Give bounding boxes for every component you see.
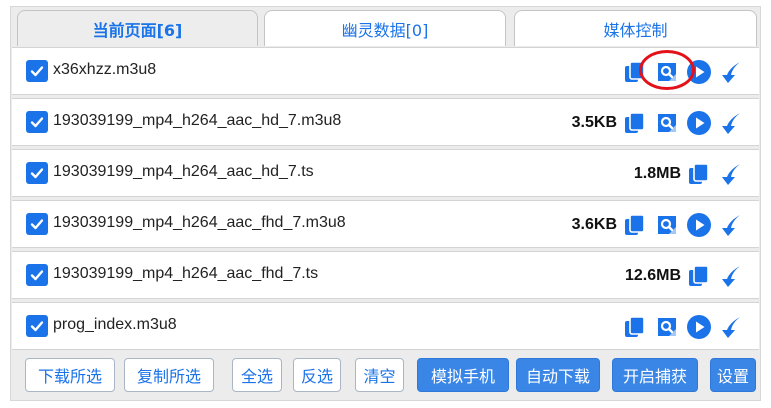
select-all-button[interactable]: 全选 xyxy=(232,358,282,392)
list-item: 193039199_mp4_h264_aac_hd_7.m3u8 3.5KB xyxy=(12,98,759,146)
copy-icon[interactable] xyxy=(619,57,651,87)
invert-selection-button[interactable]: 反选 xyxy=(293,358,341,392)
play-icon[interactable] xyxy=(683,312,715,342)
row-actions xyxy=(619,57,747,87)
file-name: 193039199_mp4_h264_aac_hd_7.m3u8 xyxy=(53,112,342,129)
copy-selected-button[interactable]: 复制所选 xyxy=(124,358,214,392)
emulate-mobile-button[interactable]: 模拟手机 xyxy=(417,358,509,392)
enable-capture-button[interactable]: 开启捕获 xyxy=(612,358,698,392)
file-name: 193039199_mp4_h264_aac_fhd_7.m3u8 xyxy=(53,214,346,231)
list-item: 193039199_mp4_h264_aac_fhd_7.m3u8 3.6KB xyxy=(12,200,759,248)
download-icon[interactable] xyxy=(715,159,747,189)
file-size: 1.8MB xyxy=(633,165,681,182)
play-icon[interactable] xyxy=(683,210,715,240)
search-icon[interactable] xyxy=(651,312,683,342)
file-size: 3.5KB xyxy=(571,114,617,131)
list-item: x36xhzz.m3u8 xyxy=(12,47,759,95)
media-panel: 当前页面[6] 幽灵数据[0] 媒体控制 x36xhzz.m3u8 1930391… xyxy=(10,6,761,401)
copy-icon[interactable] xyxy=(619,108,651,138)
copy-icon[interactable] xyxy=(619,210,651,240)
list-item: 193039199_mp4_h264_aac_fhd_7.ts 12.6MB xyxy=(12,251,759,299)
clear-button[interactable]: 清空 xyxy=(355,358,404,392)
search-icon[interactable] xyxy=(651,57,683,87)
copy-icon[interactable] xyxy=(683,261,715,291)
file-name: 193039199_mp4_h264_aac_fhd_7.ts xyxy=(53,265,319,282)
row-actions: 1.8MB xyxy=(634,159,747,189)
tab-current-page[interactable]: 当前页面[6] xyxy=(17,10,258,46)
tab-media-control[interactable]: 媒体控制 xyxy=(514,10,757,46)
play-icon[interactable] xyxy=(683,108,715,138)
file-size: 3.6KB xyxy=(571,216,617,233)
auto-download-button[interactable]: 自动下载 xyxy=(516,358,600,392)
copy-icon[interactable] xyxy=(619,312,651,342)
tab-ghost-data[interactable]: 幽灵数据[0] xyxy=(264,10,506,46)
row-actions xyxy=(619,312,747,342)
play-icon[interactable] xyxy=(683,57,715,87)
download-icon[interactable] xyxy=(715,210,747,240)
tab-bar: 当前页面[6] 幽灵数据[0] 媒体控制 xyxy=(11,7,760,47)
copy-icon[interactable] xyxy=(683,159,715,189)
item-checkbox[interactable] xyxy=(26,111,48,133)
list-item: 193039199_mp4_h264_aac_hd_7.ts 1.8MB xyxy=(12,149,759,197)
file-name: prog_index.m3u8 xyxy=(53,316,177,333)
bottom-toolbar: 下载所选 复制所选 全选 反选 清空 模拟手机 自动下载 开启捕获 设置 xyxy=(25,358,756,392)
settings-button[interactable]: 设置 xyxy=(710,358,756,392)
download-icon[interactable] xyxy=(715,312,747,342)
list-item: prog_index.m3u8 xyxy=(12,302,759,350)
item-checkbox[interactable] xyxy=(26,213,48,235)
item-checkbox[interactable] xyxy=(26,315,48,337)
row-actions: 12.6MB xyxy=(625,261,747,291)
download-icon[interactable] xyxy=(715,261,747,291)
file-size: 12.6MB xyxy=(624,267,681,284)
row-actions: 3.5KB xyxy=(572,108,747,138)
item-checkbox[interactable] xyxy=(26,60,48,82)
download-icon[interactable] xyxy=(715,108,747,138)
search-icon[interactable] xyxy=(651,210,683,240)
row-actions: 3.6KB xyxy=(572,210,747,240)
item-checkbox[interactable] xyxy=(26,264,48,286)
file-name: 193039199_mp4_h264_aac_hd_7.ts xyxy=(53,163,314,180)
file-name: x36xhzz.m3u8 xyxy=(53,61,157,78)
item-checkbox[interactable] xyxy=(26,162,48,184)
download-selected-button[interactable]: 下载所选 xyxy=(25,358,115,392)
search-icon[interactable] xyxy=(651,108,683,138)
download-icon[interactable] xyxy=(715,57,747,87)
